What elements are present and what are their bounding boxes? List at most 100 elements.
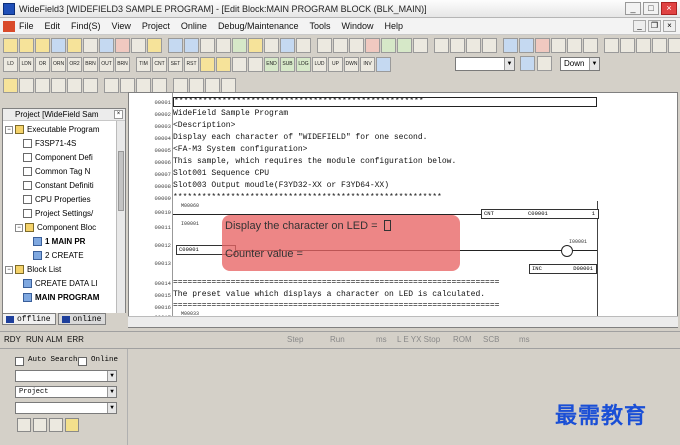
open-icon[interactable] — [19, 37, 34, 53]
rst-icon[interactable]: RST — [184, 56, 199, 72]
tim-icon[interactable]: TIM — [136, 56, 151, 72]
out-icon[interactable]: OUT — [99, 56, 114, 72]
download-icon[interactable] — [184, 37, 199, 53]
tag-icon[interactable] — [466, 37, 481, 53]
line-icon[interactable] — [349, 37, 364, 53]
device-icon[interactable] — [503, 37, 518, 53]
forward2-icon[interactable] — [636, 37, 651, 53]
tree-item-cpu[interactable]: F3SP71-4S — [23, 137, 76, 150]
back2-icon[interactable] — [652, 37, 667, 53]
direction-select[interactable]: Down ▼ — [560, 57, 600, 71]
paste-icon[interactable] — [147, 37, 162, 53]
minimize-button[interactable]: _ — [625, 2, 641, 15]
menu-edit[interactable]: Edit — [45, 21, 61, 31]
filter-icon[interactable] — [519, 37, 534, 53]
find-prev-icon[interactable] — [537, 56, 552, 71]
cnt-icon[interactable]: CNT — [152, 56, 167, 72]
contact-branch-icon[interactable] — [333, 37, 348, 53]
menu-tools[interactable]: Tools — [310, 21, 331, 31]
menu-help[interactable]: Help — [385, 21, 404, 31]
block-icon[interactable] — [3, 77, 18, 93]
line-h-icon[interactable] — [248, 56, 263, 72]
tree-item-cpu-properties[interactable]: CPU Properties — [23, 193, 91, 206]
save-icon[interactable] — [51, 37, 66, 53]
mdi-close-button[interactable]: × — [663, 20, 676, 32]
auto-search-checkbox[interactable] — [15, 357, 24, 366]
monitor-icon[interactable] — [232, 37, 247, 53]
dwn-icon[interactable]: DWN — [344, 56, 359, 72]
search-text-combo[interactable]: ▼ — [15, 370, 117, 382]
menu-find[interactable]: Find(S) — [71, 21, 101, 31]
find-all-icon[interactable] — [49, 418, 63, 432]
contact-i00001[interactable]: I00001 — [181, 221, 199, 227]
line-down-icon[interactable] — [232, 56, 247, 72]
block3-icon[interactable] — [35, 77, 50, 93]
set-icon[interactable]: SET — [168, 56, 183, 72]
move-right-icon[interactable] — [152, 77, 167, 93]
maximize-button[interactable]: □ — [643, 2, 659, 15]
tree-item-create-data[interactable]: CREATE DATA LI — [23, 277, 98, 290]
scope-combo[interactable]: Project ▼ — [15, 386, 117, 398]
wrench-icon[interactable] — [567, 37, 582, 53]
grid-icon[interactable] — [551, 37, 566, 53]
menu-view[interactable]: View — [112, 21, 131, 31]
output-coil[interactable] — [561, 245, 573, 257]
tree-item-create[interactable]: 2 CREATE — [33, 249, 84, 262]
find-options-icon[interactable] — [65, 418, 79, 432]
settings-icon[interactable] — [583, 37, 598, 53]
compare-icon[interactable] — [216, 37, 231, 53]
stop-icon[interactable] — [535, 37, 550, 53]
sub-icon[interactable]: SUB — [280, 56, 295, 72]
online-checkbox[interactable] — [78, 357, 87, 366]
tree-item-common-tag[interactable]: Common Tag N — [23, 165, 90, 178]
arrow-right-icon[interactable] — [168, 37, 183, 53]
or-icon[interactable]: OR — [35, 56, 50, 72]
open-block-icon[interactable] — [35, 37, 50, 53]
tab-online[interactable]: online — [57, 313, 107, 325]
step-icon[interactable] — [668, 37, 680, 53]
counter-instruction[interactable]: CNT C00001 1 — [481, 209, 599, 219]
move-left-icon[interactable] — [136, 77, 151, 93]
tree-item-component-def[interactable]: Component Defi — [23, 151, 93, 164]
tree-item-project-settings[interactable]: Project Settings/ — [23, 207, 93, 220]
mdi-restore-button[interactable]: ❐ — [648, 20, 661, 32]
inc-instruction[interactable]: INC D00001 — [529, 264, 597, 274]
tab-offline[interactable]: offline — [2, 313, 56, 325]
text-cursor-icon[interactable] — [296, 37, 311, 53]
window2-icon[interactable] — [189, 77, 204, 93]
vertical-scrollbar[interactable] — [116, 121, 125, 314]
ldn-icon[interactable]: LDN — [19, 56, 34, 72]
block4-icon[interactable] — [51, 77, 66, 93]
cross-ref-icon[interactable] — [434, 37, 449, 53]
pen-icon[interactable] — [200, 56, 215, 72]
tree-item-main-program[interactable]: 1 MAIN PR — [33, 235, 85, 248]
or2-icon[interactable]: OR2 — [67, 56, 82, 72]
block6-icon[interactable] — [83, 77, 98, 93]
ld-icon[interactable]: LD — [3, 56, 18, 72]
ldg-icon[interactable]: LDG — [296, 56, 311, 72]
window4-icon[interactable] — [221, 77, 236, 93]
tree-item-block-list[interactable]: − Block List — [5, 263, 61, 276]
zoom-in-icon[interactable] — [381, 37, 396, 53]
instruction-select[interactable]: ▼ — [455, 57, 515, 71]
forward-icon[interactable] — [604, 37, 619, 53]
brn-icon[interactable]: BRN — [83, 56, 98, 72]
menu-window[interactable]: Window — [342, 21, 374, 31]
orn-icon[interactable]: ORN — [51, 56, 66, 72]
nav-icon[interactable] — [376, 56, 391, 72]
lud-icon[interactable]: LUD — [312, 56, 327, 72]
up-icon[interactable]: UP — [328, 56, 343, 72]
tree-item-executable[interactable]: − Executable Program — [5, 123, 99, 136]
inv-icon[interactable]: INV — [360, 56, 375, 72]
brn2-icon[interactable]: BRN — [115, 56, 130, 72]
save-all-icon[interactable] — [99, 37, 114, 53]
tree-item-component-block[interactable]: − Component Bloc — [15, 221, 96, 234]
end-icon[interactable]: END — [264, 56, 279, 72]
back-icon[interactable] — [620, 37, 635, 53]
folder-icon[interactable] — [67, 37, 82, 53]
mdi-minimize-button[interactable]: _ — [633, 20, 646, 32]
window3-icon[interactable] — [205, 77, 220, 93]
tree-item-constant[interactable]: Constant Definiti — [23, 179, 94, 192]
print-icon[interactable] — [83, 37, 98, 53]
find-back-icon[interactable] — [17, 418, 31, 432]
